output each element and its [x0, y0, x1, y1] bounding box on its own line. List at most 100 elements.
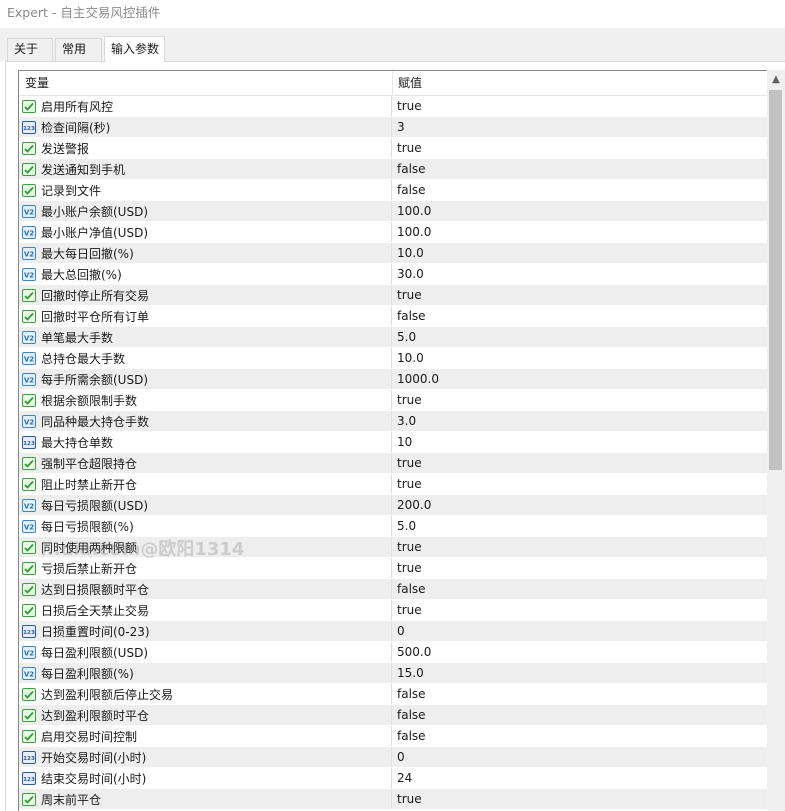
tab-common[interactable]: 常用: [55, 38, 102, 61]
param-value-cell[interactable]: true: [392, 96, 769, 116]
param-name-cell[interactable]: 同时使用两种限额: [19, 537, 392, 557]
param-name-cell[interactable]: 阻止时禁止新开仓: [19, 474, 392, 494]
param-name-cell[interactable]: V2 单笔最大手数: [19, 327, 392, 347]
param-name-cell[interactable]: V2 最小账户余额(USD): [19, 201, 392, 221]
param-name-cell[interactable]: 周末前平仓: [19, 789, 392, 809]
table-row[interactable]: 123 结束交易时间(小时) 24: [19, 768, 769, 789]
param-value-cell[interactable]: 100.0: [392, 222, 769, 242]
table-row[interactable]: 达到日损限额时平仓 false: [19, 579, 769, 600]
param-name-cell[interactable]: 123 日损重置时间(0-23): [19, 621, 392, 641]
param-value-cell[interactable]: 10.0: [392, 243, 769, 263]
param-name-cell[interactable]: V2 每手所需余额(USD): [19, 369, 392, 389]
param-value-cell[interactable]: true: [392, 390, 769, 410]
param-name-cell[interactable]: 达到盈利限额后停止交易: [19, 684, 392, 704]
table-row[interactable]: 达到盈利限额时平仓 false: [19, 705, 769, 726]
param-value-cell[interactable]: 10: [392, 432, 769, 452]
scroll-thumb[interactable]: [769, 90, 782, 470]
param-name-cell[interactable]: V2 同品种最大持仓手数: [19, 411, 392, 431]
param-name-cell[interactable]: 记录到文件: [19, 180, 392, 200]
param-name-cell[interactable]: V2 最小账户净值(USD): [19, 222, 392, 242]
table-row[interactable]: 回撤时平仓所有订单 false: [19, 306, 769, 327]
table-row[interactable]: 启用所有风控 true: [19, 96, 769, 117]
param-value-cell[interactable]: false: [392, 579, 769, 599]
table-row[interactable]: V2 单笔最大手数 5.0: [19, 327, 769, 348]
table-row[interactable]: 日损后全天禁止交易 true: [19, 600, 769, 621]
table-row[interactable]: V2 最大总回撤(%) 30.0: [19, 264, 769, 285]
table-row[interactable]: 发送通知到手机 false: [19, 159, 769, 180]
param-value-cell[interactable]: 100.0: [392, 201, 769, 221]
param-name-cell[interactable]: V2 总持仓最大手数: [19, 348, 392, 368]
param-name-cell[interactable]: 达到日损限额时平仓: [19, 579, 392, 599]
param-name-cell[interactable]: 123 最大持仓单数: [19, 432, 392, 452]
header-divider[interactable]: [392, 71, 393, 96]
param-name-cell[interactable]: V2 每日亏损限额(%): [19, 516, 392, 536]
scroll-up-arrow-icon[interactable]: ▲: [767, 70, 785, 88]
header-variable[interactable]: 变量: [25, 71, 49, 96]
param-value-cell[interactable]: true: [392, 453, 769, 473]
table-row[interactable]: 阻止时禁止新开仓 true: [19, 474, 769, 495]
param-value-cell[interactable]: false: [392, 159, 769, 179]
table-row[interactable]: V2 最小账户净值(USD) 100.0: [19, 222, 769, 243]
param-value-cell[interactable]: 200.0: [392, 495, 769, 515]
table-row[interactable]: V2 每日盈利限额(%) 15.0: [19, 663, 769, 684]
param-value-cell[interactable]: 24: [392, 768, 769, 788]
table-row[interactable]: V2 总持仓最大手数 10.0: [19, 348, 769, 369]
table-row[interactable]: 123 日损重置时间(0-23) 0: [19, 621, 769, 642]
param-name-cell[interactable]: V2 每日亏损限额(USD): [19, 495, 392, 515]
param-name-cell[interactable]: 达到盈利限额时平仓: [19, 705, 392, 725]
table-row[interactable]: V2 最小账户余额(USD) 100.0: [19, 201, 769, 222]
table-row[interactable]: V2 同品种最大持仓手数 3.0: [19, 411, 769, 432]
table-row[interactable]: 强制平仓超限持仓 true: [19, 453, 769, 474]
param-value-cell[interactable]: false: [392, 726, 769, 746]
param-value-cell[interactable]: true: [392, 789, 769, 809]
param-name-cell[interactable]: 回撤时停止所有交易: [19, 285, 392, 305]
param-name-cell[interactable]: 回撤时平仓所有订单: [19, 306, 392, 326]
param-value-cell[interactable]: true: [392, 537, 769, 557]
param-value-cell[interactable]: 0: [392, 747, 769, 767]
table-row[interactable]: V2 每日盈利限额(USD) 500.0: [19, 642, 769, 663]
param-name-cell[interactable]: 发送警报: [19, 138, 392, 158]
param-value-cell[interactable]: false: [392, 306, 769, 326]
param-name-cell[interactable]: 启用交易时间控制: [19, 726, 392, 746]
table-row[interactable]: 123 开始交易时间(小时) 0: [19, 747, 769, 768]
table-row[interactable]: 123 最大持仓单数 10: [19, 432, 769, 453]
param-value-cell[interactable]: true: [392, 600, 769, 620]
param-name-cell[interactable]: 123 结束交易时间(小时): [19, 768, 392, 788]
table-row[interactable]: 回撤时停止所有交易 true: [19, 285, 769, 306]
param-value-cell[interactable]: 5.0: [392, 516, 769, 536]
param-name-cell[interactable]: 发送通知到手机: [19, 159, 392, 179]
param-value-cell[interactable]: 0: [392, 621, 769, 641]
param-name-cell[interactable]: V2 每日盈利限额(USD): [19, 642, 392, 662]
header-value[interactable]: 赋值: [398, 71, 422, 96]
param-name-cell[interactable]: 123 开始交易时间(小时): [19, 747, 392, 767]
table-row[interactable]: V2 最大每日回撤(%) 10.0: [19, 243, 769, 264]
tab-about[interactable]: 关于: [7, 38, 53, 61]
param-name-cell[interactable]: V2 最大总回撤(%): [19, 264, 392, 284]
param-name-cell[interactable]: V2 每日盈利限额(%): [19, 663, 392, 683]
param-value-cell[interactable]: 1000.0: [392, 369, 769, 389]
param-value-cell[interactable]: true: [392, 474, 769, 494]
param-value-cell[interactable]: 3.0: [392, 411, 769, 431]
param-value-cell[interactable]: false: [392, 180, 769, 200]
table-row[interactable]: 123 检查间隔(秒) 3: [19, 117, 769, 138]
param-value-cell[interactable]: 5.0: [392, 327, 769, 347]
table-row[interactable]: 记录到文件 false: [19, 180, 769, 201]
param-value-cell[interactable]: true: [392, 558, 769, 578]
table-row[interactable]: V2 每日亏损限额(%) 5.0: [19, 516, 769, 537]
param-name-cell[interactable]: 强制平仓超限持仓: [19, 453, 392, 473]
param-name-cell[interactable]: 日损后全天禁止交易: [19, 600, 392, 620]
param-name-cell[interactable]: 启用所有风控: [19, 96, 392, 116]
table-row[interactable]: 周末前平仓 true: [19, 789, 769, 810]
param-name-cell[interactable]: 123 检查间隔(秒): [19, 117, 392, 137]
table-row[interactable]: 发送警报 true: [19, 138, 769, 159]
param-value-cell[interactable]: 500.0: [392, 642, 769, 662]
table-row[interactable]: 启用交易时间控制 false: [19, 726, 769, 747]
param-name-cell[interactable]: 根据余额限制手数: [19, 390, 392, 410]
tab-input-parameters[interactable]: 输入参数: [104, 36, 165, 62]
table-row[interactable]: 亏损后禁止新开仓 true: [19, 558, 769, 579]
table-row[interactable]: 达到盈利限额后停止交易 false: [19, 684, 769, 705]
vertical-scrollbar[interactable]: ▲: [767, 70, 785, 811]
table-row[interactable]: V2 每日亏损限额(USD) 200.0: [19, 495, 769, 516]
param-value-cell[interactable]: true: [392, 138, 769, 158]
param-value-cell[interactable]: 10.0: [392, 348, 769, 368]
